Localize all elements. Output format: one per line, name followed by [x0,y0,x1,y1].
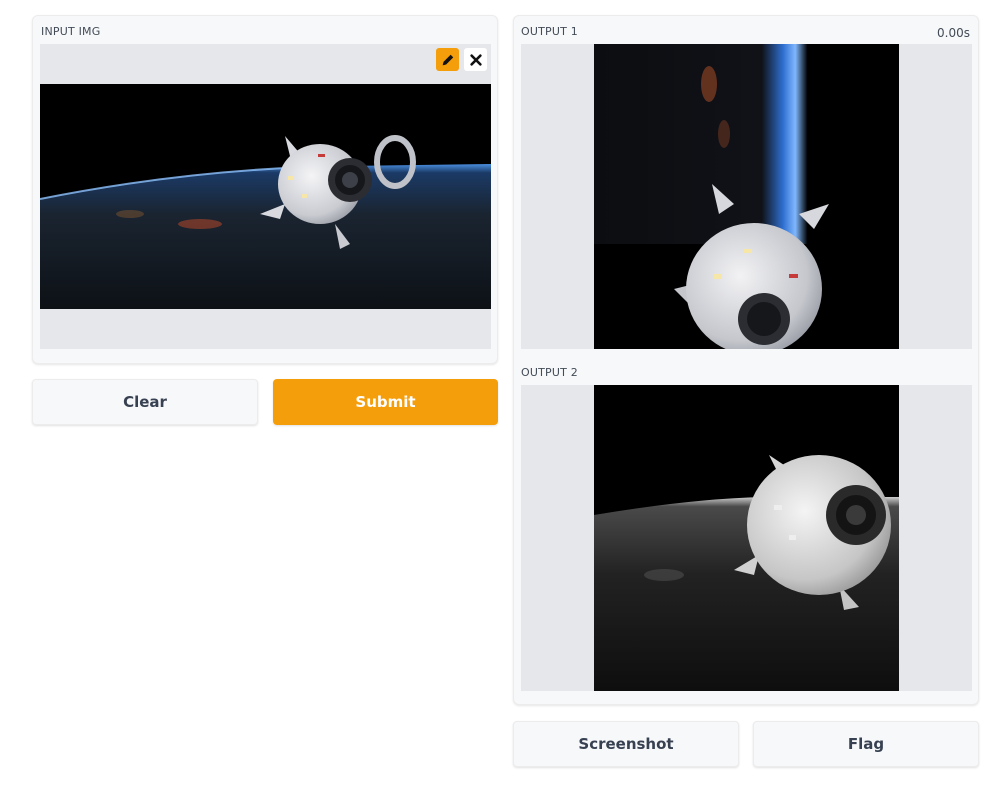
clear-image-button[interactable] [464,48,487,71]
output1-image [594,44,899,349]
pencil-icon [442,54,453,65]
input-image-label: INPUT IMG [41,25,101,38]
submit-button[interactable]: Submit [273,379,498,425]
close-icon [469,53,482,66]
input-image-dropzone[interactable] [40,44,491,349]
clear-button[interactable]: Clear [32,379,258,425]
output1-image-area [521,44,972,349]
input-space-image [40,84,491,309]
output2-image-area [521,385,972,691]
output1-timer: 0.00s [937,26,970,40]
input-image-panel: INPUT IMG [32,15,498,364]
output1-label: OUTPUT 1 [521,25,578,38]
edit-image-button[interactable] [436,48,459,71]
screenshot-button[interactable]: Screenshot [513,721,739,767]
output2-image [594,385,899,691]
flag-button[interactable]: Flag [753,721,979,767]
output2-label: OUTPUT 2 [521,366,578,379]
output-panel: OUTPUT 1 0.00s OUTPUT 2 [513,15,979,705]
